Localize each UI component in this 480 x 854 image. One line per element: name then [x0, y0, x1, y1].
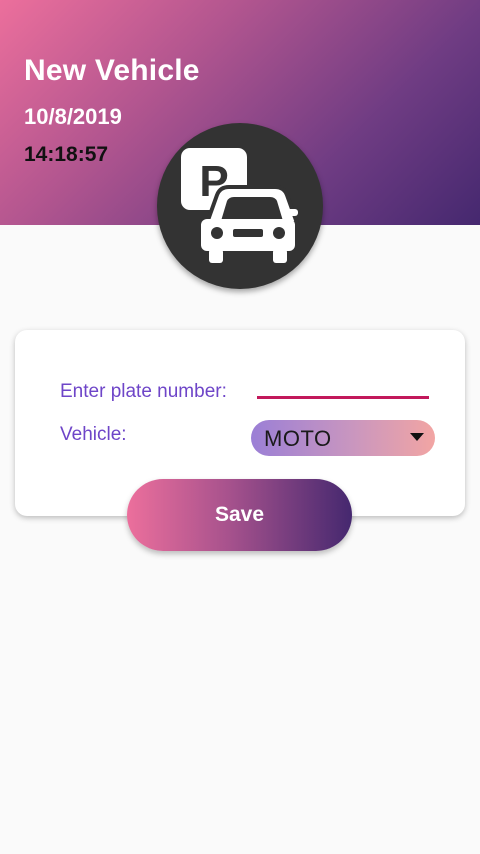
vehicle-type-value: MOTO: [264, 426, 332, 451]
time-text: 14:18:57: [24, 143, 109, 166]
parking-car-icon: P: [157, 123, 323, 289]
date-text: 10/8/2019: [24, 104, 122, 129]
caret-down-icon: [410, 433, 424, 441]
vehicle-type-select[interactable]: MOTO: [251, 420, 435, 456]
plate-number-input[interactable]: [257, 376, 429, 399]
page-title: New Vehicle: [24, 54, 200, 87]
plate-number-label: Enter plate number:: [60, 381, 227, 402]
vehicle-label: Vehicle:: [60, 424, 127, 445]
save-button[interactable]: Save: [127, 479, 352, 551]
